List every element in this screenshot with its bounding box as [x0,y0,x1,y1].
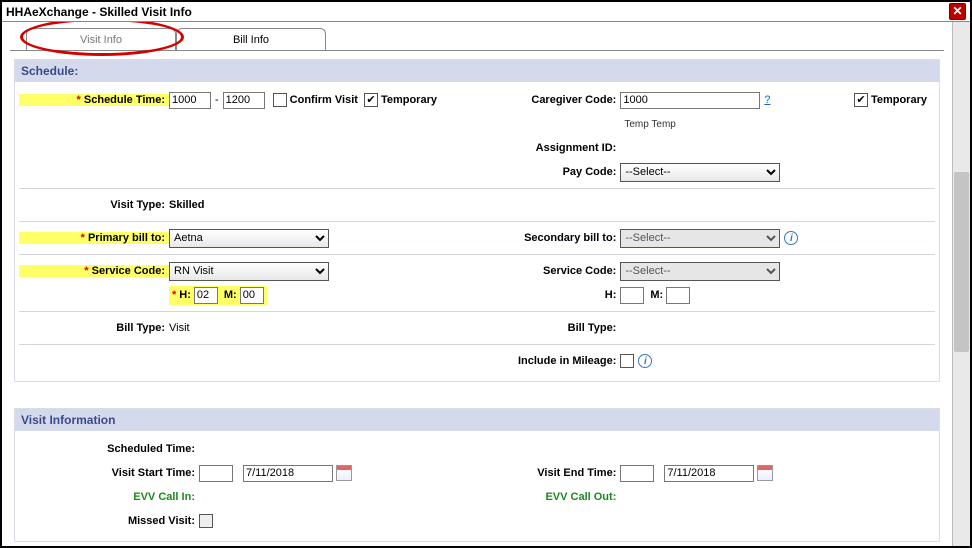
temporary-checkbox-2[interactable] [854,93,868,107]
schedule-time-end-input[interactable] [223,92,265,109]
window-title: HHAeXchange - Skilled Visit Info [6,5,192,19]
calendar-icon[interactable] [757,465,773,481]
window-frame: HHAeXchange - Skilled Visit Info ✕ Visit… [0,0,972,548]
close-button[interactable]: ✕ [949,3,966,20]
evv-call-in-label: EVV Call In: [19,491,199,503]
evv-call-out-label: EVV Call Out: [440,491,620,503]
schedule-section: Schedule: * Schedule Time: - Confir [14,59,940,382]
visit-start-date-input[interactable] [243,465,333,482]
missed-visit-label: Missed Visit: [19,515,199,527]
schedule-time-label: * Schedule Time: [19,94,169,106]
minutes-2-input[interactable] [666,287,690,304]
minutes-label: M: [218,289,240,301]
secondary-bill-to-select[interactable]: --Select-- [620,229,780,248]
confirm-visit-checkbox[interactable] [273,93,287,107]
bill-type-label: Bill Type: [19,322,169,334]
caregiver-sub-text: Temp Temp [620,119,676,130]
primary-bill-to-select[interactable]: Aetna [169,229,329,248]
visit-end-time-label: Visit End Time: [440,467,620,479]
info-icon[interactable]: i [784,231,798,245]
secondary-bill-to-label: Secondary bill to: [440,232,620,244]
minutes-2-label: M: [644,289,666,301]
visit-info-section: Visit Information Scheduled Time: Visit … [14,408,940,542]
vertical-scrollbar[interactable] [952,22,970,546]
caregiver-code-label: Caregiver Code: [440,94,620,106]
schedule-header: Schedule: [15,60,939,82]
service-code-2-select[interactable]: --Select-- [620,262,780,281]
include-mileage-label: Include in Mileage: [440,355,620,367]
schedule-time-sep: - [211,94,223,106]
tab-visit-info[interactable]: Visit Info [26,28,176,50]
primary-bill-to-label: * Primary bill to: [19,232,169,244]
hours-2-label: H: [440,289,620,301]
caregiver-code-input[interactable] [620,92,760,109]
visit-type-value: Skilled [169,199,204,211]
temporary-checkbox-1[interactable] [364,93,378,107]
missed-visit-checkbox[interactable] [199,514,213,528]
scrollbar-thumb[interactable] [954,172,969,352]
assignment-id-label: Assignment ID: [440,142,620,154]
confirm-visit-label: Confirm Visit [287,94,358,106]
tab-strip: Visit Info Bill Info [26,28,952,50]
calendar-icon[interactable] [336,465,352,481]
tab-underline [10,50,944,51]
bill-type-value: Visit [169,322,190,334]
content-area: Visit Info Bill Info Schedule: * Schedul… [2,22,952,546]
pay-code-select[interactable]: --Select-- [620,163,780,182]
service-code-select[interactable]: RN Visit [169,262,329,281]
caregiver-code-help-link[interactable]: ? [764,94,770,106]
temporary-label-1: Temporary [378,94,437,106]
visit-start-time-input[interactable] [199,465,233,482]
visit-type-label: Visit Type: [19,199,169,211]
bill-type-2-label: Bill Type: [440,322,620,334]
minutes-input[interactable] [240,287,264,304]
scheduled-time-label: Scheduled Time: [19,443,199,455]
service-code-label: * Service Code: [19,265,169,277]
title-bar: HHAeXchange - Skilled Visit Info [2,2,970,22]
pay-code-label: Pay Code: [440,166,620,178]
visit-info-header: Visit Information [15,409,939,431]
visit-start-time-label: Visit Start Time: [19,467,199,479]
visit-end-date-input[interactable] [664,465,754,482]
tab-bill-info[interactable]: Bill Info [176,28,326,50]
hours-input[interactable] [194,287,218,304]
schedule-time-start-input[interactable] [169,92,211,109]
visit-end-time-input[interactable] [620,465,654,482]
hours-2-input[interactable] [620,287,644,304]
include-mileage-checkbox[interactable] [620,354,634,368]
info-icon[interactable]: i [638,354,652,368]
hours-label: H: [176,289,194,301]
temporary-label-2: Temporary [868,94,935,106]
service-code-2-label: Service Code: [440,265,620,277]
